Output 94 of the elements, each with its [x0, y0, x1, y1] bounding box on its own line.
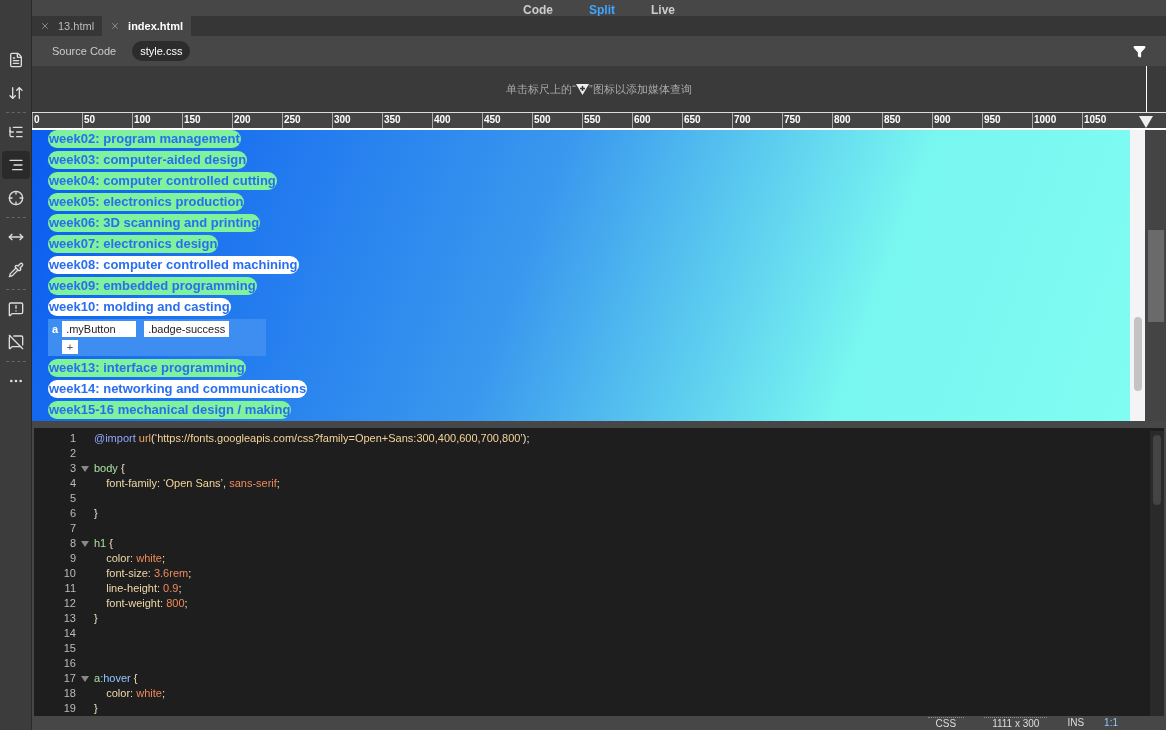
class-field[interactable]: .myButton — [62, 321, 137, 338]
week-link[interactable]: week14: networking and communications — [48, 379, 308, 398]
ruler-label: 750 — [784, 113, 801, 126]
media-marker-icon[interactable] — [1139, 116, 1153, 128]
week-link[interactable]: week04: computer controlled cutting — [48, 172, 277, 190]
view-tab[interactable]: Code — [523, 4, 553, 16]
view-tab[interactable]: Split — [589, 4, 615, 16]
media-query-hint: 单击标尺上的“ ”图标以添加媒体查询 — [506, 81, 692, 98]
line-number: 9 — [68, 551, 76, 566]
code-line: } — [94, 611, 98, 626]
preview-scrollbar[interactable] — [1133, 317, 1142, 391]
line-number: 2 — [68, 446, 76, 461]
line-number: 11 — [63, 581, 76, 596]
ruler-label: 1000 — [1034, 113, 1057, 126]
insert-mode: INS — [1067, 717, 1085, 729]
ruler-label: 150 — [184, 113, 201, 126]
ruler-label: 800 — [834, 113, 851, 126]
document-tab[interactable]: 13.html — [32, 16, 103, 36]
code-line: a:hover { — [94, 671, 138, 686]
add-class-button[interactable]: + — [62, 339, 78, 354]
lines-icon[interactable] — [1, 151, 30, 179]
cursor-position: 1:1 — [1104, 717, 1118, 729]
line-number: 10 — [62, 566, 76, 581]
ruler-label: 650 — [684, 113, 701, 126]
line-number: 16 — [62, 656, 76, 671]
code-line: h1 { — [94, 536, 113, 551]
line-number: 8 — [68, 536, 76, 551]
ruler-label: 600 — [634, 113, 651, 126]
ruler-label: 900 — [934, 113, 951, 126]
ruler-label: 550 — [584, 113, 601, 126]
ruler-label: 950 — [984, 113, 1001, 126]
class-field[interactable]: .badge-success — [144, 321, 230, 338]
line-number: 4 — [68, 476, 76, 491]
document-tab[interactable]: index.html — [102, 16, 192, 36]
line-number: 13 — [62, 611, 76, 626]
related-file-tab[interactable]: Source Code — [44, 40, 125, 62]
week-link[interactable]: week10: molding and casting — [48, 298, 231, 316]
week-link[interactable]: week05: electronics production — [48, 193, 245, 211]
filter-icon[interactable] — [1133, 44, 1146, 58]
ruler-label: 400 — [434, 113, 451, 126]
code-line: line-height: 0.9; — [105, 581, 182, 596]
ruler-label: 700 — [734, 113, 751, 126]
ruler-label: 450 — [484, 113, 501, 126]
code-line: font-weight: 800; — [105, 596, 188, 611]
line-number: 18 — [62, 686, 76, 701]
tag-label: a — [52, 322, 59, 337]
line-number: 12 — [62, 596, 76, 611]
line-number: 6 — [68, 506, 76, 521]
code-line: @import url(‘https://fonts.googleapis.com/css?family=Open+Sans:300,400,600,700,800’); — [94, 431, 530, 446]
line-number: 15 — [62, 641, 76, 656]
ruler-label: 500 — [534, 113, 551, 126]
week-link[interactable]: week08: computer controlled machining — [48, 256, 299, 274]
ruler-label: 200 — [234, 113, 251, 126]
ruler-label: 0 — [34, 113, 40, 126]
code-line: color: white; — [105, 686, 165, 701]
marker-icon — [576, 84, 589, 96]
line-number: 7 — [68, 521, 76, 536]
editor-scrollbar[interactable] — [1153, 435, 1161, 505]
line-number: 3 — [68, 461, 76, 476]
ruler-label: 250 — [284, 113, 301, 126]
line-number: 17 — [62, 671, 76, 686]
ruler-label: 100 — [134, 113, 151, 126]
code-line: } — [94, 506, 98, 521]
ruler-label: 1050 — [1084, 113, 1107, 126]
week-link[interactable]: week06: 3D scanning and printing — [48, 214, 261, 232]
code-line: body { — [94, 461, 125, 476]
fold-icon[interactable] — [81, 675, 89, 682]
week-link[interactable]: week02: program management — [48, 130, 241, 148]
fold-icon[interactable] — [81, 465, 89, 472]
ruler-label: 50 — [84, 113, 96, 126]
close-icon[interactable] — [40, 21, 50, 31]
line-number: 19 — [62, 701, 76, 716]
code-line: font-family: ‘Open Sans’, sans-serif; — [105, 476, 280, 491]
language-selector[interactable]: CSS — [927, 716, 965, 730]
related-file-tab[interactable]: style.css — [132, 40, 191, 62]
window-size-selector[interactable]: 1111 x 300 — [984, 716, 1048, 730]
week-link[interactable]: week09: embedded programming — [48, 277, 257, 295]
ruler-label: 850 — [884, 113, 901, 126]
week-link[interactable]: week15-16 mechanical design / making — [48, 400, 292, 419]
week-link[interactable]: week13: interface programming — [48, 358, 246, 377]
week-link[interactable]: week03: computer-aided design — [48, 151, 248, 169]
line-number: 1 — [68, 431, 76, 446]
fold-icon[interactable] — [81, 540, 89, 547]
week-link[interactable]: week07: electronics design — [48, 235, 219, 253]
close-icon[interactable] — [110, 21, 121, 31]
ruler-label: 300 — [334, 113, 351, 126]
code-line: font-size: 3.6rem; — [105, 566, 192, 581]
line-number: 14 — [62, 626, 76, 641]
view-tab[interactable]: Live — [651, 4, 675, 16]
ruler-label: 350 — [384, 113, 401, 126]
code-line: color: white; — [105, 551, 165, 566]
panel-scrollbar[interactable] — [1147, 230, 1164, 322]
code-line: } — [94, 701, 98, 716]
line-number: 5 — [68, 491, 76, 506]
